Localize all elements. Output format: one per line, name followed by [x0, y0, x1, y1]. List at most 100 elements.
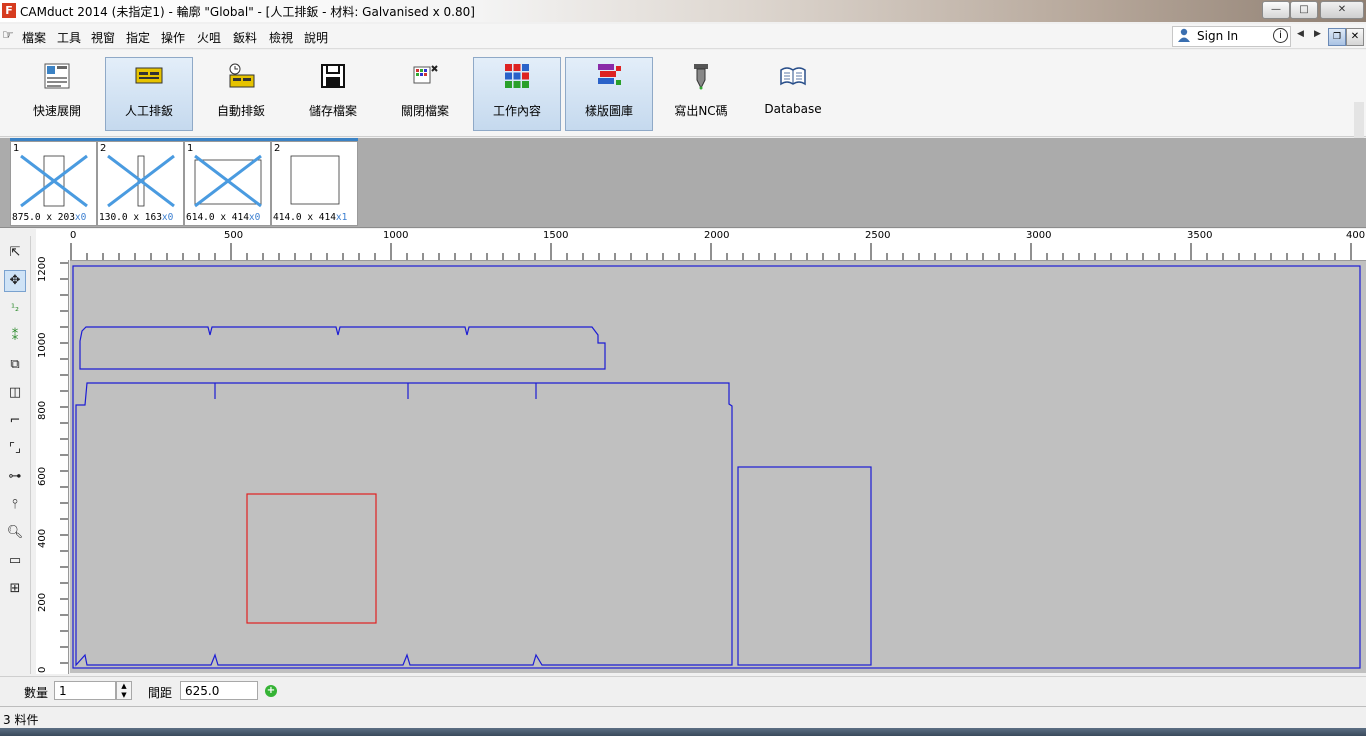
gap-label: 間距 — [148, 686, 173, 700]
auto-nesting-button[interactable]: 自動排鈑 — [197, 57, 285, 131]
save-icon — [321, 64, 345, 88]
menu-tools[interactable]: 工具 — [57, 29, 81, 46]
move-part-icon[interactable]: ✥ — [4, 270, 26, 292]
window-title: CAMduct 2014 (未指定1) - 輪廓 "Global" - [人工排… — [20, 5, 475, 19]
group-icon[interactable]: ⧉ — [4, 354, 26, 376]
title-bar: F CAMduct 2014 (未指定1) - 輪廓 "Global" - [人… — [0, 0, 1366, 22]
write-nc-label: 寫出NC碼 — [674, 104, 728, 118]
pattern-library-label: 樣版圖庫 — [584, 104, 633, 118]
nested-part-cheek — [737, 466, 872, 666]
auto-nesting-label: 自動排鈑 — [216, 104, 265, 118]
y-tick-label: 0 — [37, 666, 48, 673]
measure-ruler-icon[interactable]: ▭ — [4, 550, 26, 572]
part-preview — [194, 154, 262, 208]
sign-in-button[interactable]: Sign In i — [1172, 26, 1291, 47]
quick-unfold-label: 快速展開 — [32, 104, 81, 118]
scroll-right-icon[interactable]: ▶ — [1314, 29, 1321, 39]
job-contents-label: 工作內容 — [492, 104, 541, 118]
horizontal-ruler: 0 500 1000 1500 2000 2500 3000 3500 400 — [70, 229, 1366, 261]
quick-unfold-button[interactable]: 快速展開 — [13, 57, 101, 131]
close-window-button[interactable]: ✕ — [1320, 1, 1364, 19]
write-nc-icon — [694, 64, 708, 90]
write-nc-button[interactable]: 寫出NC碼 — [657, 57, 745, 131]
frame-icon[interactable]: ⌜⌟ — [4, 438, 26, 460]
part-preview — [290, 155, 340, 205]
minimize-button[interactable]: — — [1262, 1, 1290, 19]
restore-child-window-button[interactable]: ❐ — [1328, 28, 1346, 46]
part-dimensions: 130.0 x 163x0 — [99, 212, 174, 223]
taskbar — [0, 728, 1366, 736]
quantity-stepper[interactable]: ▲ ▼ — [116, 681, 132, 700]
menu-sheet[interactable]: 鈑料 — [233, 29, 257, 46]
job-contents-button[interactable]: 工作內容 — [473, 57, 561, 131]
x-tick-label: 3000 — [1026, 230, 1052, 241]
save-file-label: 儲存檔案 — [308, 104, 357, 118]
part-tile[interactable]: 2 130.0 x 163x0 — [97, 141, 184, 226]
main-toolbar: 快速展開 人工排鈑 自動排鈑 儲存檔案 關閉檔案 工作內容 樣版圖庫 寫出NC碼… — [0, 50, 1366, 162]
left-toolbar: ⇱ ✥ ¹₂ ⁑ ⧉ ◫ ⌐ ⌜⌟ ⊶ ⫯ 🔍︎ ▭ ⊞ — [0, 236, 31, 674]
nested-part-wrap — [79, 326, 606, 370]
user-icon — [1178, 28, 1190, 42]
nested-part-body — [75, 382, 733, 667]
menu-assign[interactable]: 指定 — [126, 29, 150, 46]
x-tick-label: 400 — [1346, 230, 1366, 241]
part-tile[interactable]: 2 414.0 x 414x1 — [271, 141, 358, 226]
part-dimensions: 614.0 x 414x0 — [186, 212, 261, 223]
align-icon[interactable]: ⌐ — [4, 410, 26, 432]
quantity-label: 數量 — [24, 686, 49, 700]
y-tick-label: 600 — [37, 466, 48, 486]
part-tile[interactable]: 1 875.0 x 203x0 — [10, 141, 97, 226]
gap-field[interactable]: 625.0 — [180, 681, 258, 700]
pointing-hand-icon: ☞ — [2, 28, 14, 43]
menu-operation[interactable]: 操作 — [161, 29, 185, 46]
save-file-button[interactable]: 儲存檔案 — [289, 57, 377, 131]
x-tick-label: 2000 — [704, 230, 730, 241]
y-tick-label: 1000 — [37, 332, 48, 358]
vertical-gap-icon[interactable]: ⫯ — [4, 494, 26, 516]
menu-help[interactable]: 說明 — [304, 29, 328, 46]
horizontal-gap-icon[interactable]: ⊶ — [4, 466, 26, 488]
pattern-library-button[interactable]: 樣版圖庫 — [565, 57, 653, 131]
menu-bar: ☞ 檔案 工具 視窗 指定 操作 火咀 鈑料 檢視 說明 Sign In i ◀… — [0, 24, 1366, 49]
y-tick-label: 400 — [37, 528, 48, 548]
quick-unfold-icon — [44, 63, 70, 89]
menu-file[interactable]: 檔案 — [22, 29, 46, 46]
nesting-drawing — [72, 265, 1361, 669]
bottom-bar: 數量 1 ▲ ▼ 間距 625.0 + — [0, 676, 1366, 705]
number-parts-icon[interactable]: ¹₂ — [4, 298, 26, 320]
app-icon[interactable]: F — [2, 3, 16, 18]
part-preview — [20, 154, 88, 208]
apply-icon[interactable]: + — [265, 685, 277, 697]
sheet-boundary — [72, 265, 1361, 669]
properties-icon[interactable]: ⊞ — [4, 578, 26, 600]
selected-part-outline — [246, 493, 377, 624]
status-bar: 3 料件 — [0, 706, 1366, 729]
scroll-left-icon[interactable]: ◀ — [1297, 29, 1304, 39]
close-file-icon — [413, 65, 438, 84]
auto-nesting-icon — [229, 63, 255, 88]
maximize-button[interactable]: □ — [1290, 1, 1318, 19]
pattern-library-icon — [598, 64, 621, 85]
menu-view[interactable]: 檢視 — [269, 29, 293, 46]
menu-torch[interactable]: 火咀 — [197, 29, 221, 46]
job-contents-icon — [505, 64, 529, 88]
parts-strip: 1 875.0 x 203x0 2 130.0 x 163x0 1 614.0 … — [0, 138, 1366, 228]
quantity-field[interactable]: 1 — [54, 681, 116, 700]
part-dimensions: 875.0 x 203x0 — [12, 212, 87, 223]
menu-window[interactable]: 視窗 — [91, 29, 115, 46]
part-tile[interactable]: 1 614.0 x 414x0 — [184, 141, 271, 226]
y-tick-label: 200 — [37, 592, 48, 612]
mirror-icon[interactable]: ◫ — [4, 382, 26, 404]
database-button[interactable]: Database — [749, 57, 837, 131]
nesting-canvas[interactable] — [70, 261, 1366, 673]
renumber-icon[interactable]: ⁑ — [4, 326, 26, 348]
info-icon[interactable]: i — [1273, 28, 1288, 43]
close-file-button[interactable]: 關閉檔案 — [381, 57, 469, 131]
zoom-icon[interactable]: 🔍︎ — [4, 522, 26, 544]
vertical-ruler: 1200 1000 800 600 400 200 0 — [36, 257, 69, 674]
x-tick-label: 1000 — [383, 230, 409, 241]
pointer-icon[interactable]: ⇱ — [4, 242, 26, 264]
x-tick-label: 0 — [70, 230, 77, 241]
manual-nesting-button[interactable]: 人工排鈑 — [105, 57, 193, 131]
close-child-window-button[interactable]: ✕ — [1346, 28, 1364, 46]
